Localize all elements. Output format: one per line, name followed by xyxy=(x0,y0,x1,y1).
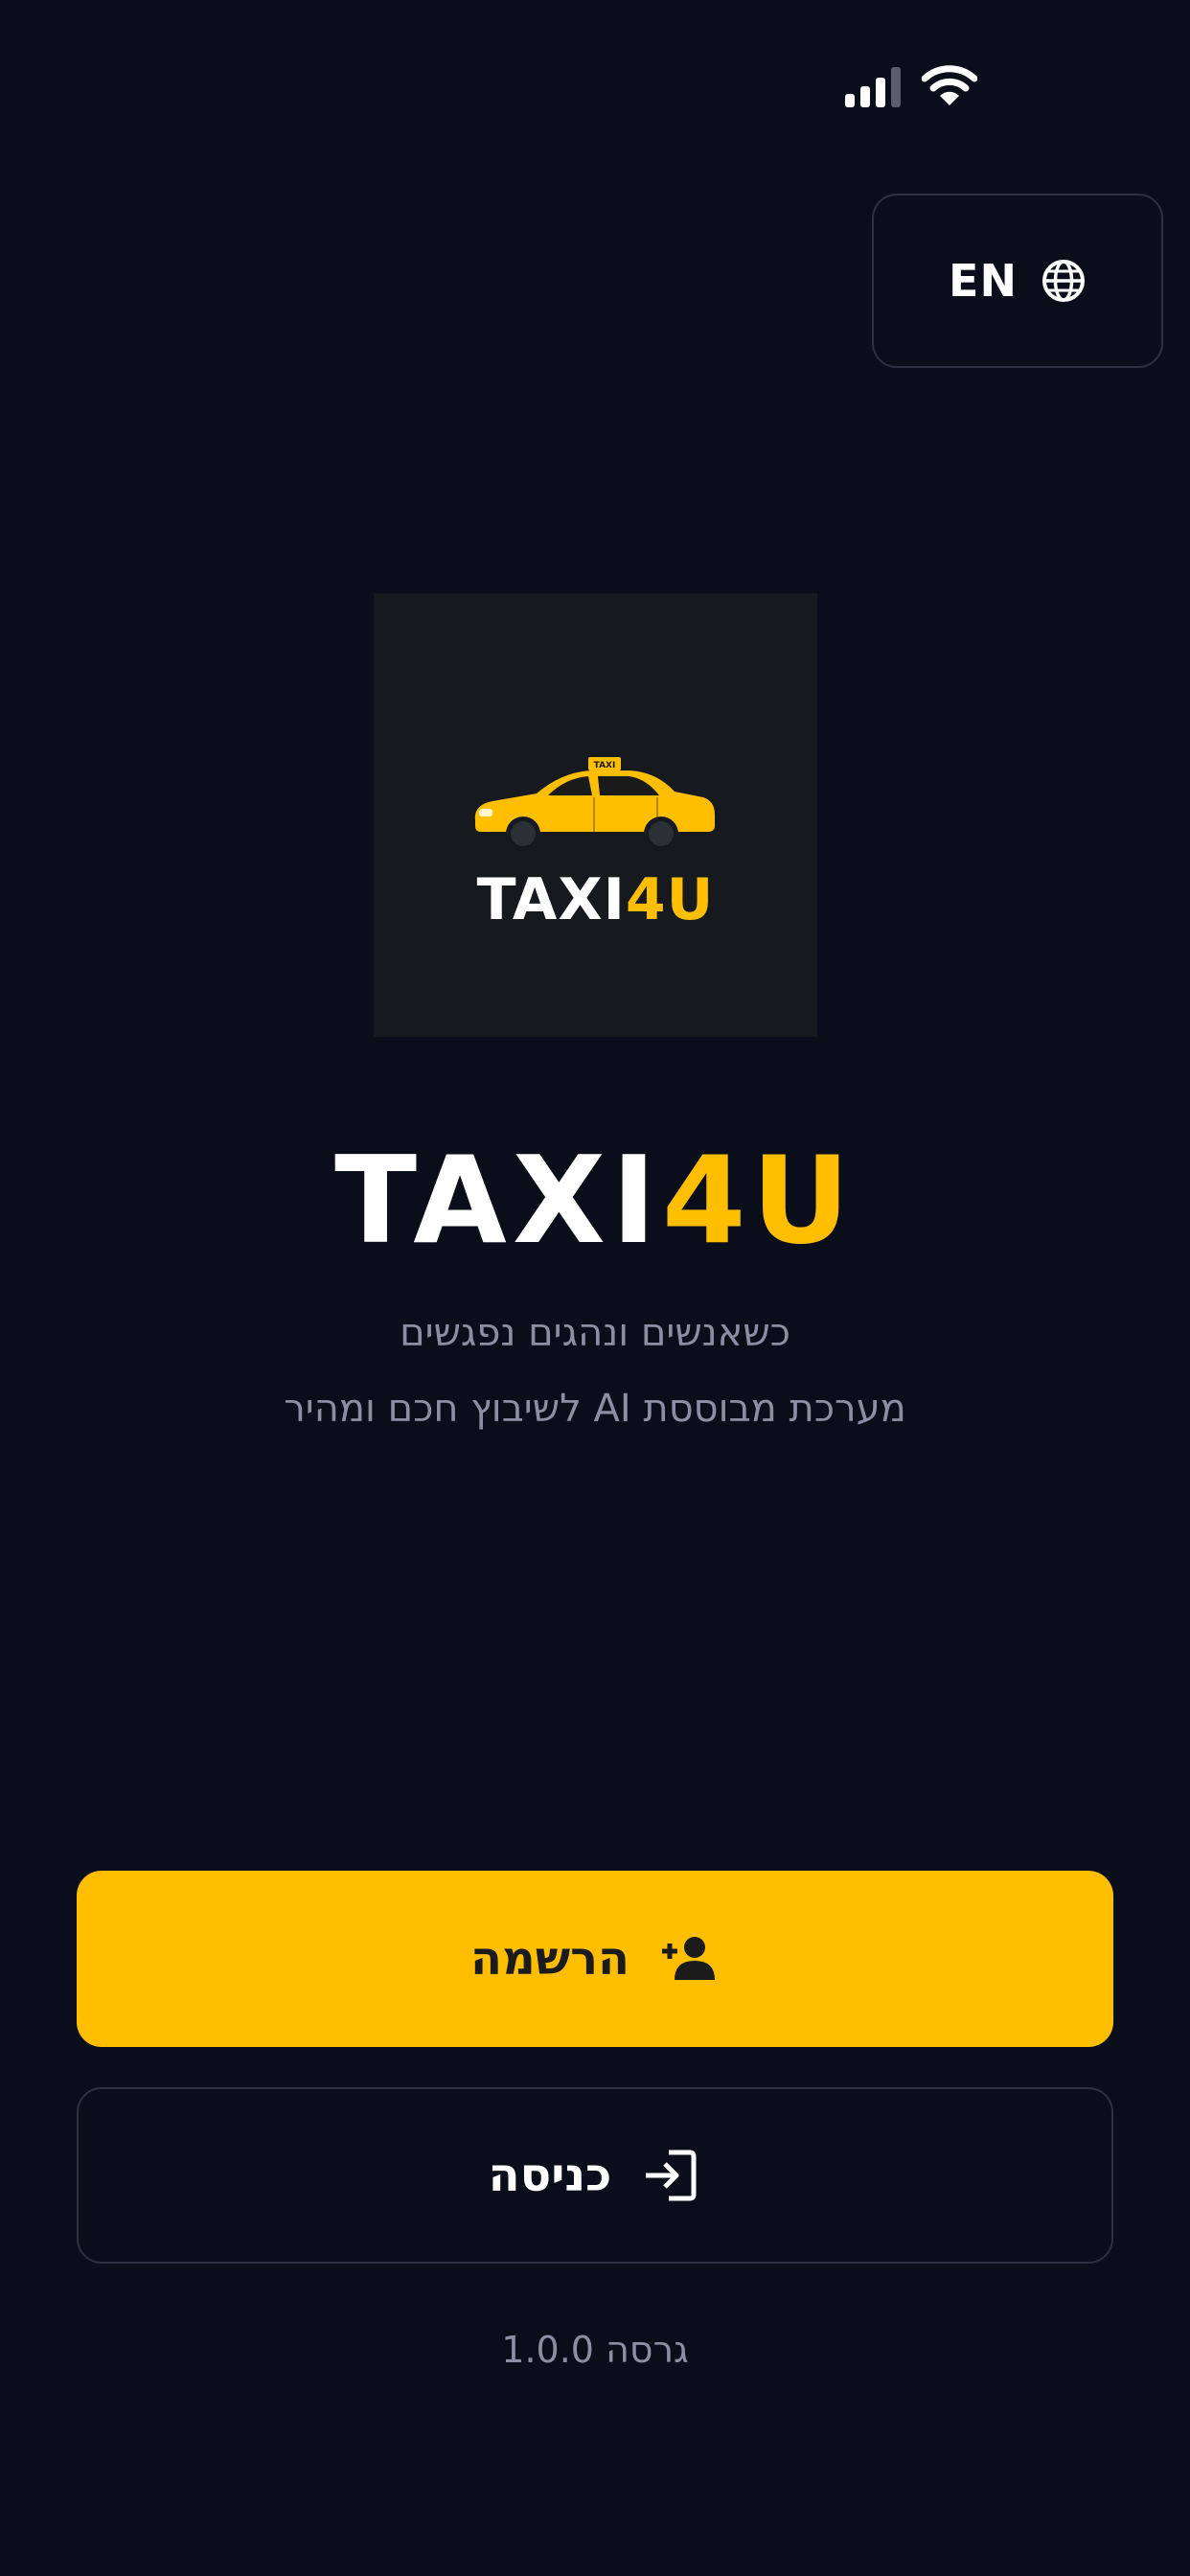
login-button-label: כניסה xyxy=(488,2149,612,2202)
status-bar xyxy=(0,0,1190,172)
version-label: גרסה 1.0.0 xyxy=(501,2329,689,2371)
app-logo: TAXI TAXI4U xyxy=(374,593,817,1037)
login-button[interactable]: כניסה xyxy=(77,2087,1113,2264)
wifi-icon xyxy=(922,65,977,105)
logo-text-white: TAXI xyxy=(476,866,626,933)
register-button-label: הרשמה xyxy=(470,1932,629,1986)
app-title-yellow: 4U xyxy=(661,1130,856,1271)
signal-icon xyxy=(845,67,901,107)
login-icon xyxy=(646,2150,697,2201)
logo-text-yellow: 4U xyxy=(625,866,715,933)
taxi-car-icon: TAXI xyxy=(474,757,715,851)
person-add-icon xyxy=(662,1937,715,1980)
globe-icon xyxy=(1041,260,1085,302)
welcome-screen: EN TAXI TAXI4U TAXI4U כשאנשים ונהגים נפג… xyxy=(0,0,1190,2576)
app-title-white: TAXI xyxy=(334,1130,662,1271)
tagline-line-1: כשאנשים ונהגים נפגשים xyxy=(400,1311,790,1355)
logo-wordmark: TAXI4U xyxy=(374,866,817,933)
language-label: EN xyxy=(949,255,1018,307)
app-title: TAXI4U xyxy=(0,1129,1190,1273)
register-button[interactable]: הרשמה xyxy=(77,1871,1113,2047)
tagline-line-2: מערכת מבוססת AI לשיבוץ חכם ומהיר xyxy=(284,1387,906,1431)
roof-sign-text: TAXI xyxy=(594,761,616,770)
language-toggle-button[interactable]: EN xyxy=(872,194,1163,368)
